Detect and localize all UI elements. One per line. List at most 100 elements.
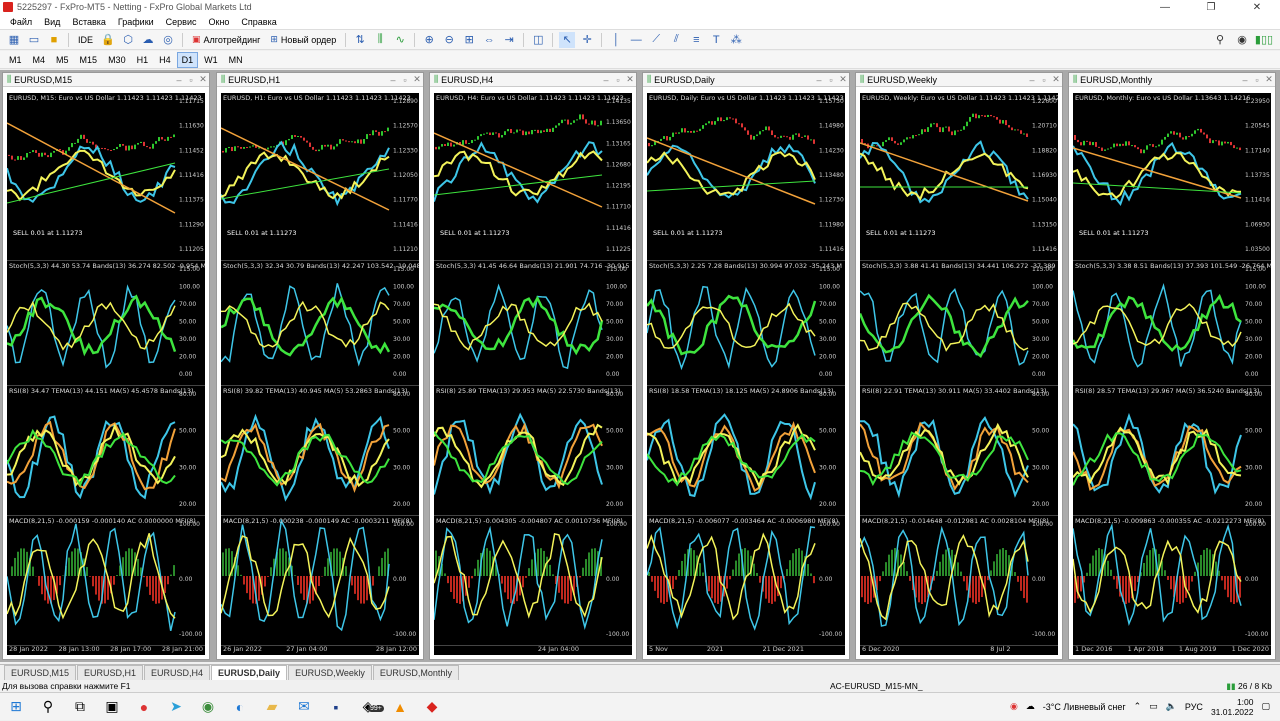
restore-icon[interactable]: ❐: [1188, 2, 1234, 13]
close-icon[interactable]: ✕: [1050, 74, 1062, 85]
clock[interactable]: 1:00 31.01.2022: [1211, 697, 1254, 717]
tf-m15[interactable]: M15: [75, 52, 103, 68]
chart-canvas[interactable]: 1.141351.136501.131651.126801.121951.117…: [434, 93, 632, 655]
language-indicator[interactable]: РУС: [1185, 702, 1203, 712]
search-icon[interactable]: ⚲: [32, 693, 64, 721]
telegram-icon[interactable]: ➤: [160, 693, 192, 721]
network-icon[interactable]: ▭: [1149, 701, 1158, 712]
chart-canvas[interactable]: 1.117151.116301.114521.114161.113751.112…: [7, 93, 205, 655]
chart-window-header[interactable]: ⫼EURUSD,Daily–▫✕: [643, 73, 849, 87]
minimize-icon[interactable]: –: [813, 75, 825, 85]
algotrading-button[interactable]: ▣Алготрейдинг: [189, 34, 263, 45]
tab-eurusd-weekly[interactable]: EURUSD,Weekly: [288, 665, 372, 680]
tray-arrow-icon[interactable]: ⌃: [1134, 701, 1142, 712]
chart-window[interactable]: ⫼EURUSD,M15–▫✕ 1.117151.116301.114521.114…: [2, 72, 210, 660]
menu-tools[interactable]: Сервис: [160, 17, 203, 27]
cloud-icon[interactable]: ☁: [140, 32, 156, 48]
file-manager-icon[interactable]: ▣: [96, 693, 128, 721]
messenger-icon[interactable]: ◈99+: [352, 693, 384, 721]
close-icon[interactable]: ✕: [624, 74, 636, 85]
profiles-icon[interactable]: ▭: [26, 32, 42, 48]
zoom-out-icon[interactable]: ⊖: [441, 32, 457, 48]
tf-m4[interactable]: M4: [28, 52, 51, 68]
maximize-icon[interactable]: ▫: [612, 75, 624, 85]
channel-icon[interactable]: ⫽: [668, 32, 684, 48]
line-chart-icon[interactable]: ∿: [392, 32, 408, 48]
maximize-icon[interactable]: ▫: [825, 75, 837, 85]
screenshot-icon[interactable]: ◫: [530, 32, 546, 48]
notifications-icon[interactable]: ▢: [1261, 701, 1270, 712]
task-view-icon[interactable]: ⧉: [64, 693, 96, 721]
cube-icon[interactable]: ⬡: [120, 32, 136, 48]
maximize-icon[interactable]: ▫: [1251, 75, 1263, 85]
tab-eurusd-h1[interactable]: EURUSD,H1: [77, 665, 143, 680]
tab-eurusd-daily[interactable]: EURUSD,Daily: [211, 665, 287, 680]
chart-window[interactable]: ⫼EURUSD,Monthly–▫✕ 1.239501.205451.171401…: [1068, 72, 1276, 660]
account-icon[interactable]: ◉: [1234, 32, 1250, 48]
menu-insert[interactable]: Вставка: [66, 17, 111, 27]
chart-canvas[interactable]: 1.239501.205451.171401.137351.114161.069…: [1073, 93, 1271, 655]
vlc-icon[interactable]: ▲: [384, 693, 416, 721]
minimize-icon[interactable]: –: [600, 75, 612, 85]
maximize-icon[interactable]: ▫: [1038, 75, 1050, 85]
trendline-icon[interactable]: ⟋: [648, 32, 664, 48]
chart-window-header[interactable]: ⫼EURUSD,Monthly–▫✕: [1069, 73, 1275, 87]
fibo-icon[interactable]: ≡: [688, 32, 704, 48]
minimize-icon[interactable]: –: [173, 75, 185, 85]
mail-icon[interactable]: ✉: [288, 693, 320, 721]
weather-icon[interactable]: ☁: [1026, 701, 1035, 712]
depth-icon[interactable]: ⇅: [352, 32, 368, 48]
shapes-icon[interactable]: ⁂: [728, 32, 744, 48]
save-icon[interactable]: ▪: [320, 693, 352, 721]
record-icon[interactable]: ●: [128, 693, 160, 721]
tf-h4[interactable]: H4: [154, 52, 176, 68]
tf-m1[interactable]: M1: [4, 52, 27, 68]
menu-file[interactable]: Файл: [4, 17, 38, 27]
new-order-button[interactable]: ⊞Новый ордер: [267, 34, 339, 45]
chart-window[interactable]: ⫼EURUSD,Weekly–▫✕ 1.226001.207101.188201.…: [855, 72, 1063, 660]
tab-eurusd-m15[interactable]: EURUSD,M15: [4, 665, 76, 680]
chart-canvas[interactable]: 1.226001.207101.188201.169301.150401.131…: [860, 93, 1058, 655]
record-indicator-icon[interactable]: ◉: [1010, 701, 1018, 712]
chart-canvas[interactable]: 1.128901.125701.123301.120501.117701.114…: [221, 93, 419, 655]
chart-shift-icon[interactable]: ⇥: [501, 32, 517, 48]
cursor-icon[interactable]: ↖: [559, 32, 575, 48]
candles-icon[interactable]: ⫼: [372, 32, 388, 48]
maximize-icon[interactable]: ▫: [399, 75, 411, 85]
windows-start-icon[interactable]: ⊞: [0, 693, 32, 721]
signal-icon[interactable]: ▮▯▯: [1256, 32, 1272, 48]
tf-d1[interactable]: D1: [177, 52, 199, 68]
minimize-icon[interactable]: –: [1239, 75, 1251, 85]
globe-icon[interactable]: ◎: [160, 32, 176, 48]
tf-h1[interactable]: H1: [132, 52, 154, 68]
volume-icon[interactable]: 🔈: [1166, 701, 1177, 712]
chart-window-header[interactable]: ⫼EURUSD,H1–▫✕: [217, 73, 423, 87]
chart-window[interactable]: ⫼EURUSD,Daily–▫✕ 1.157301.149801.142301.1…: [642, 72, 850, 660]
chart-window-header[interactable]: ⫼EURUSD,M15–▫✕: [3, 73, 209, 87]
weather-text[interactable]: -3°C Ливневый снег: [1043, 702, 1126, 712]
chart-canvas[interactable]: 1.157301.149801.142301.134801.127301.119…: [647, 93, 845, 655]
close-icon[interactable]: ✕: [197, 74, 209, 85]
zoom-in-icon[interactable]: ⊕: [421, 32, 437, 48]
search-icon[interactable]: ⚲: [1212, 32, 1228, 48]
horizontal-line-icon[interactable]: —: [628, 32, 644, 48]
grid-icon[interactable]: ⊞: [461, 32, 477, 48]
minimize-icon[interactable]: –: [1026, 75, 1038, 85]
metatrader-icon[interactable]: ◆: [416, 693, 448, 721]
tf-w1[interactable]: W1: [199, 52, 223, 68]
chart-window[interactable]: ⫼EURUSD,H4–▫✕1.141351.136501.131651.1268…: [429, 72, 637, 660]
vertical-line-icon[interactable]: │: [608, 32, 624, 48]
text-icon[interactable]: T: [708, 32, 724, 48]
edge-icon[interactable]: ◐: [224, 693, 256, 721]
tf-mn[interactable]: MN: [224, 52, 248, 68]
tab-eurusd-h4[interactable]: EURUSD,H4: [144, 665, 210, 680]
menu-charts[interactable]: Графики: [112, 17, 160, 27]
chart-window[interactable]: ⫼EURUSD,H1–▫✕ 1.128901.125701.123301.1205…: [216, 72, 424, 660]
chrome-icon[interactable]: ◉: [192, 693, 224, 721]
menu-window[interactable]: Окно: [203, 17, 236, 27]
new-chart-icon[interactable]: ▦: [6, 32, 22, 48]
crosshair-icon[interactable]: ✛: [579, 32, 595, 48]
chart-window-header[interactable]: ⫼EURUSD,Weekly–▫✕: [856, 73, 1062, 87]
close-icon[interactable]: ✕: [1234, 2, 1280, 13]
lock-icon[interactable]: 🔒: [100, 32, 116, 48]
